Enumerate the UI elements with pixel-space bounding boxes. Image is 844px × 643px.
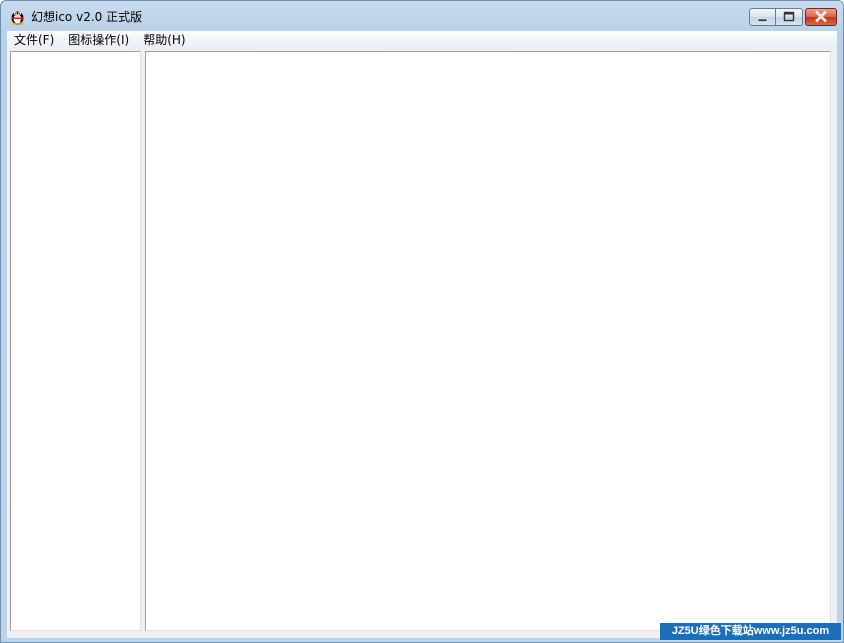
minimize-button[interactable] — [749, 8, 776, 26]
minimize-icon — [757, 18, 768, 22]
main-panel[interactable] — [145, 51, 831, 631]
caption-buttons — [749, 8, 837, 27]
maximize-button[interactable] — [776, 8, 803, 26]
watermark-badge: JZ5U绿色下载站www.jz5u.com — [660, 623, 841, 640]
maximize-icon — [783, 11, 795, 22]
left-panel[interactable] — [10, 51, 141, 631]
menu-icon-operations[interactable]: 图标操作(I) — [61, 31, 136, 49]
menu-bar: 文件(F) 图标操作(I) 帮助(H) — [7, 31, 837, 49]
window-title: 幻想ico v2.0 正式版 — [31, 10, 143, 24]
menu-file[interactable]: 文件(F) — [7, 31, 61, 49]
title-bar[interactable]: 幻想ico v2.0 正式版 — [1, 1, 843, 31]
close-button[interactable] — [805, 8, 837, 26]
app-window: 幻想ico v2.0 正式版 文件(F) 图标操作(I) 帮助(H) JZ5U绿… — [0, 0, 844, 643]
qq-penguin-icon[interactable] — [9, 8, 26, 25]
menu-help[interactable]: 帮助(H) — [136, 31, 192, 49]
client-area — [7, 49, 837, 638]
close-icon — [815, 10, 827, 23]
